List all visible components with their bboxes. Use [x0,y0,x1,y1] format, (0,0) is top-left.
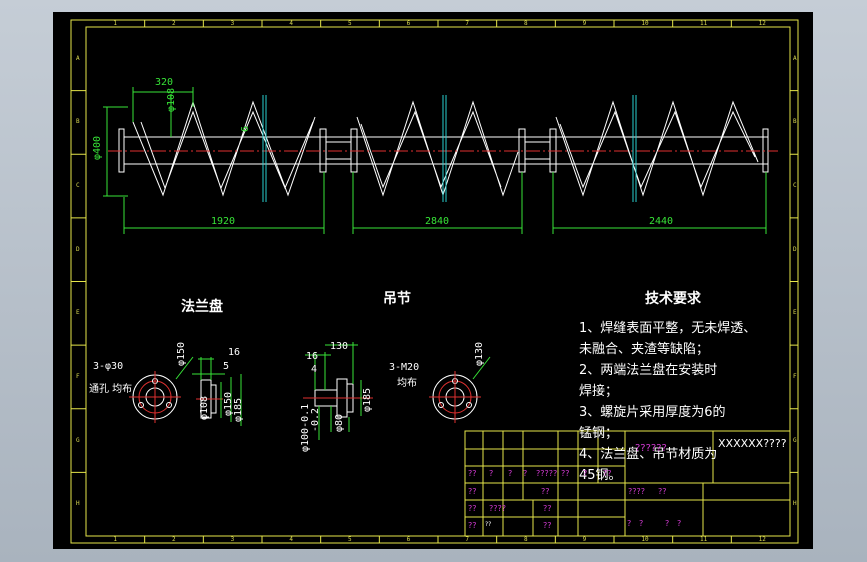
row-mark: B [793,118,797,126]
hanger-w2: 130 [330,341,349,352]
col-mark: 10 [641,20,649,27]
tb-cell: ?? [541,487,550,496]
tb-cell: ?? [468,469,477,478]
tb-cell: ?? [468,487,477,496]
tb-cell: ? [508,469,513,478]
hanger-title: 吊节 [383,291,411,307]
col-mark: 3 [230,536,235,543]
flange-title: 法兰盘 [181,299,223,315]
dim-len1: 1920 [211,216,236,227]
row-mark: D [76,245,80,253]
col-mark: 11 [700,20,708,27]
tb-cell: ? [583,469,588,478]
tb-cell: ????? [536,469,558,478]
flange-thk2: 5 [223,361,230,372]
tb-cell: ?? [468,521,477,530]
hanger-d2: φ80 [334,413,345,432]
flange-thk1: 16 [228,347,241,358]
flange-d1: φ108 [199,395,210,420]
title-block-name: ?????? [635,443,667,454]
row-mark: A [793,54,797,62]
tb-cell: ? [665,519,670,528]
col-mark: 12 [758,20,766,27]
col-mark: 9 [582,536,587,543]
row-mark: G [76,436,80,444]
col-mark: 9 [582,20,587,27]
row-mark: B [76,118,80,126]
tb-cell: ? [627,519,632,528]
flange-d3: φ185 [233,397,244,422]
dim-gap: 6 [240,125,251,132]
tb-cell: ?? [543,504,552,513]
col-mark: 5 [348,536,352,543]
tb-cell: ? [489,469,494,478]
hanger-d1b: -0.2 [310,407,321,432]
tech-req-title: 技术要求 [645,291,701,307]
col-mark: 10 [641,536,649,543]
col-mark: 7 [465,536,469,543]
col-mark: 2 [172,536,176,543]
tb-cell: ? [639,519,644,528]
row-mark: A [76,54,80,62]
tech-req-line: 焊接； [579,384,619,399]
cad-viewport[interactable]: 1 1 2 2 3 3 4 4 5 5 6 6 7 7 8 8 9 9 10 10 11 11 12 12 A A B B C C D D E E… [53,12,813,549]
col-mark: 8 [524,20,528,27]
row-mark: F [76,372,80,380]
tb-cell: ? [677,519,682,528]
hanger-w1: 16 [306,351,319,362]
dim-len3: 2440 [649,216,674,227]
col-mark: 12 [758,536,766,543]
col-mark: 5 [348,20,352,27]
col-mark: 2 [172,20,176,27]
col-mark: 11 [700,536,708,543]
tech-req-line: 3、螺旋片采用厚度为6的 [579,405,726,420]
title-block-stamp: ?? [485,521,492,528]
col-mark: 4 [289,20,293,27]
tech-req-line: 2、两端法兰盘在安装时 [579,363,718,378]
tb-cell: ?? [658,487,667,496]
tb-cell: ???? [628,487,645,496]
row-mark: E [76,309,80,317]
col-mark: 1 [113,20,117,27]
flange-pcd: φ150 [176,341,187,366]
col-mark: 3 [230,20,235,27]
tb-cell: ???? [489,504,506,513]
hanger-d3: φ185 [362,387,373,412]
flange-holes-note: 通孔 均布 [89,384,133,395]
hanger-holes-note: 均布 [397,378,417,389]
row-mark: F [793,372,797,380]
row-mark: G [793,436,797,444]
tb-cell: ?? [543,521,552,530]
main-dimensions [103,87,767,234]
tb-cell: ?? [561,469,570,478]
hanger-pcd: φ130 [474,341,485,366]
flange-holes: 3-φ30 [93,361,124,372]
tb-cell: ?? [468,504,477,513]
tech-req-line: 1、焊缝表面平整，无未焊透、 [579,321,757,336]
dim-flight-dia: φ108 [166,87,177,112]
tb-cell: ?? [603,469,612,478]
row-mark: E [793,309,797,317]
dim-pitch: 320 [155,77,174,88]
col-mark: 4 [289,536,293,543]
hanger-w3: 4 [311,364,318,375]
col-mark: 7 [465,20,469,27]
col-mark: 6 [406,536,411,543]
dim-outer-dia: φ400 [92,135,103,160]
row-mark: H [793,500,797,508]
dim-len2: 2840 [425,216,450,227]
col-mark: 6 [406,20,411,27]
row-mark: H [76,500,80,508]
tech-req-list: 1、焊缝表面平整，无未焊透、 未融合、夹渣等缺陷； 2、两端法兰盘在安装时 焊接… [579,317,756,485]
col-mark: 1 [113,536,117,543]
row-mark: C [793,182,797,190]
col-mark: 8 [524,536,528,543]
hanger-holes: 3-M20 [389,362,420,373]
tech-req-line: 未融合、夹渣等缺陷； [579,342,710,357]
row-mark: D [793,245,797,253]
tb-cell: ? [523,469,528,478]
row-mark: C [76,182,80,190]
title-block-drawing-no: XXXXXX???? [718,437,787,450]
